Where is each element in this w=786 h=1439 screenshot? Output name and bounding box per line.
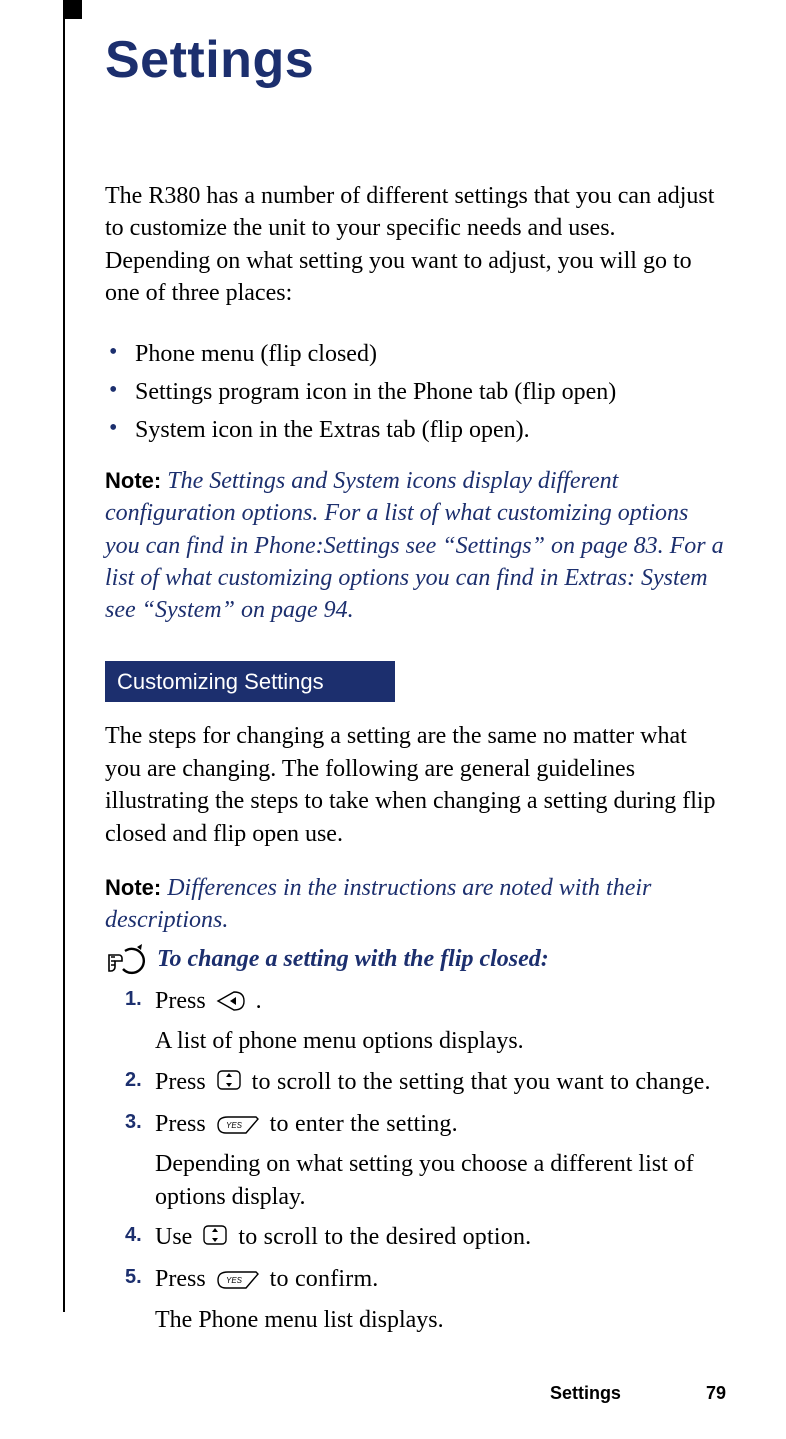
- procedure-subheading: To change a setting with the flip closed…: [157, 943, 549, 975]
- footer-page-number: 79: [706, 1383, 726, 1403]
- note-2: Note: Differences in the instructions ar…: [105, 872, 726, 937]
- step-text: Press: [155, 1069, 212, 1095]
- svg-text:YES: YES: [226, 1121, 243, 1130]
- hand-pointing-icon: [105, 941, 149, 977]
- note-label: Note:: [105, 875, 161, 900]
- bullet-item: Settings program icon in the Phone tab (…: [105, 376, 726, 408]
- step-text: Use: [155, 1224, 198, 1250]
- scroll-key-icon: [202, 1222, 228, 1257]
- svg-text:YES: YES: [226, 1276, 243, 1285]
- step-3: Press YES to enter the setting. Dependin…: [125, 1108, 726, 1213]
- step-text: Press: [155, 988, 212, 1014]
- intro-paragraph: The R380 has a number of different setti…: [105, 180, 726, 310]
- step-1: Press . A list of phone menu options dis…: [125, 985, 726, 1058]
- scroll-key-icon: [216, 1067, 242, 1102]
- intro-bullets: Phone menu (flip closed) Settings progra…: [105, 338, 726, 447]
- section-intro: The steps for changing a setting are the…: [105, 720, 726, 850]
- footer-section: Settings: [550, 1383, 621, 1403]
- note-text: The Settings and System icons display di…: [105, 468, 724, 624]
- step-text: Press: [155, 1111, 212, 1137]
- bullet-item: System icon in the Extras tab (flip open…: [105, 414, 726, 446]
- yes-key-icon: YES: [216, 1267, 260, 1299]
- margin-tab: [63, 0, 82, 19]
- step-text: to scroll to the desired option.: [238, 1224, 531, 1250]
- note-text: Differences in the instructions are note…: [105, 875, 651, 933]
- step-text: to confirm.: [270, 1266, 379, 1292]
- margin-rule: [63, 0, 65, 1312]
- note-1: Note: The Settings and System icons disp…: [105, 465, 726, 627]
- step-5: Press YES to confirm. The Phone menu lis…: [125, 1263, 726, 1336]
- yes-key-icon: YES: [216, 1112, 260, 1144]
- bullet-item: Phone menu (flip closed): [105, 338, 726, 370]
- step-text: .: [256, 988, 262, 1014]
- step-4: Use to scroll to the desired option.: [125, 1221, 726, 1257]
- step-subtext: The Phone menu list displays.: [155, 1304, 726, 1336]
- page-title: Settings: [105, 30, 726, 90]
- step-subtext: A list of phone menu options displays.: [155, 1025, 726, 1057]
- step-2: Press to scroll to the setting that you …: [125, 1066, 726, 1102]
- section-heading-bar: Customizing Settings: [105, 661, 395, 703]
- left-arrow-key-icon: [216, 989, 246, 1021]
- procedure-steps: Press . A list of phone menu options dis…: [105, 985, 726, 1337]
- note-label: Note:: [105, 468, 161, 493]
- step-text: Press: [155, 1266, 212, 1292]
- step-text: to scroll to the setting that you want t…: [252, 1069, 711, 1095]
- step-text: to enter the setting.: [270, 1111, 458, 1137]
- page-footer: Settings 79: [550, 1383, 726, 1404]
- step-subtext: Depending on what setting you choose a d…: [155, 1148, 726, 1213]
